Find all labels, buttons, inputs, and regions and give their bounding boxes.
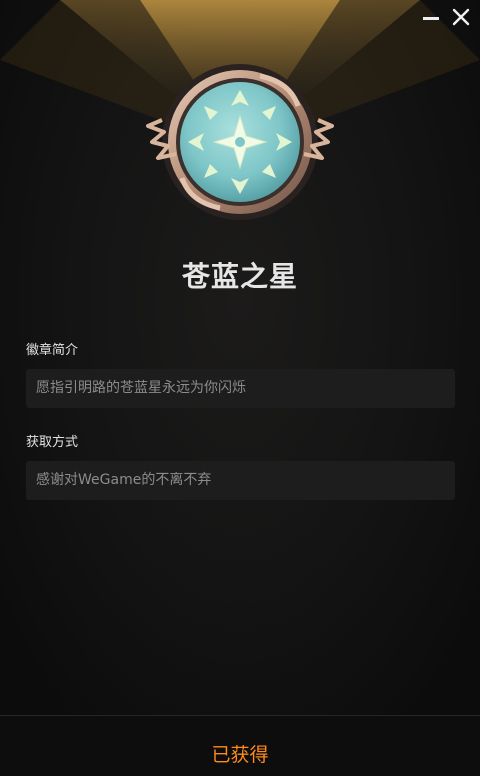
footer-bar: 已获得: [0, 715, 480, 776]
acquisition-text: 感谢对WeGame的不离不弃: [26, 461, 455, 500]
minimize-button[interactable]: [420, 6, 442, 28]
acquisition-label: 获取方式: [26, 435, 79, 450]
close-icon: [452, 8, 470, 26]
obtained-status-button[interactable]: 已获得: [0, 740, 480, 767]
minimize-icon: [423, 17, 439, 20]
description-text: 愿指引明路的苍蓝星永远为你闪烁: [26, 369, 455, 408]
badge-detail-window: 苍蓝之星 徽章简介 愿指引明路的苍蓝星永远为你闪烁 获取方式 感谢对WeGame…: [0, 0, 480, 776]
star-badge-icon: [146, 64, 334, 220]
description-label: 徽章简介: [26, 343, 79, 358]
window-controls: [420, 6, 472, 28]
close-button[interactable]: [450, 6, 472, 28]
badge-title: 苍蓝之星: [181, 260, 298, 293]
